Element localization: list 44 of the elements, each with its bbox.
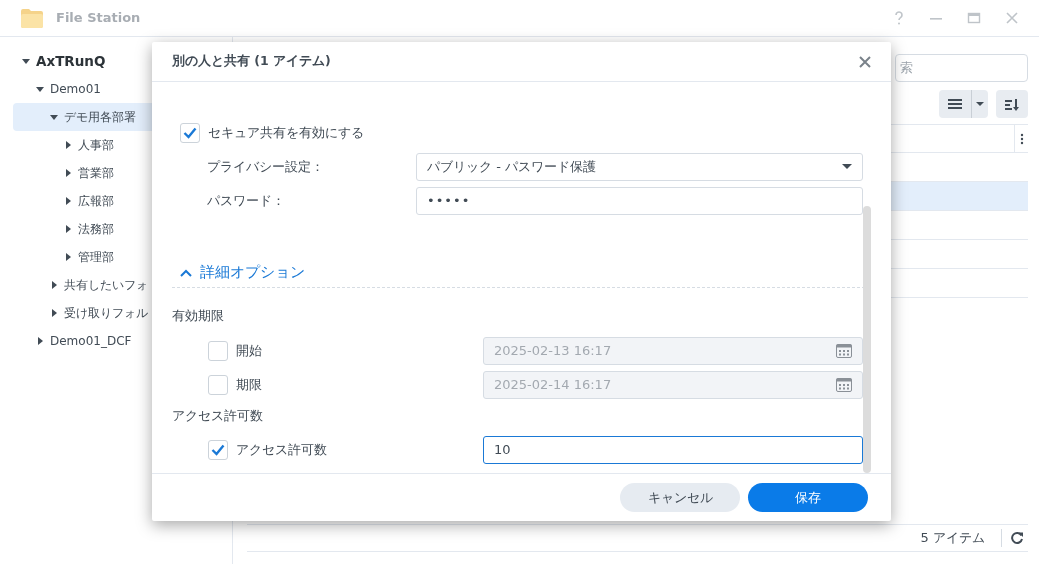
- view-mode-button[interactable]: [939, 90, 988, 118]
- sort-button[interactable]: [996, 90, 1028, 118]
- refresh-icon[interactable]: [1010, 531, 1024, 545]
- more-icon[interactable]: [1020, 132, 1024, 145]
- expand-caret-icon[interactable]: [63, 140, 73, 150]
- collapse-caret-icon[interactable]: [49, 112, 59, 122]
- password-field[interactable]: •••••: [416, 187, 863, 215]
- privacy-dropdown[interactable]: パブリック - パスワード保護: [416, 153, 863, 181]
- checkbox[interactable]: [180, 123, 200, 143]
- caret-icon: [976, 101, 984, 107]
- close-icon[interactable]: [859, 55, 871, 68]
- collapse-caret-icon[interactable]: [35, 84, 45, 94]
- window-title: File Station: [56, 9, 141, 28]
- advanced-options-toggle[interactable]: 詳細オプション: [200, 261, 305, 284]
- sort-icon: [1004, 96, 1020, 113]
- tree-item[interactable]: Demo01_DCF: [13, 327, 232, 355]
- section-heading: 有効期限: [172, 307, 225, 325]
- checkbox-label: 期限: [236, 375, 263, 394]
- checkbox-label: アクセス許可数: [236, 441, 328, 460]
- section-heading: アクセス許可数: [172, 406, 264, 425]
- field-label: パスワード：: [207, 192, 286, 211]
- expand-caret-icon[interactable]: [63, 196, 73, 206]
- expand-caret-icon[interactable]: [63, 168, 73, 178]
- cancel-button[interactable]: キャンセル: [620, 483, 740, 512]
- tree-item[interactable]: 法務部: [13, 215, 232, 243]
- expand-caret-icon[interactable]: [49, 308, 59, 318]
- expand-caret-icon[interactable]: [49, 280, 59, 290]
- checkbox-label: 開始: [236, 341, 263, 360]
- expand-caret-icon[interactable]: [35, 336, 45, 346]
- list-icon: [947, 97, 963, 111]
- number-field[interactable]: 10: [483, 436, 863, 464]
- checkbox[interactable]: [208, 440, 228, 460]
- item-count: 5 アイテム: [920, 529, 985, 548]
- chevron-up-icon[interactable]: [180, 268, 192, 277]
- folder-icon: [20, 7, 44, 29]
- tree-item[interactable]: Demo01: [13, 75, 232, 103]
- save-button[interactable]: 保存: [748, 483, 868, 512]
- expand-caret-icon[interactable]: [63, 252, 73, 262]
- expand-caret-icon[interactable]: [63, 224, 73, 234]
- field-label: プライバシー設定：: [207, 158, 325, 177]
- dialog-title: 別の人と共有 (1 アイテム): [172, 52, 331, 71]
- scrollbar[interactable]: [863, 206, 871, 473]
- collapse-caret-icon[interactable]: [21, 56, 31, 66]
- caret-icon: [842, 164, 852, 170]
